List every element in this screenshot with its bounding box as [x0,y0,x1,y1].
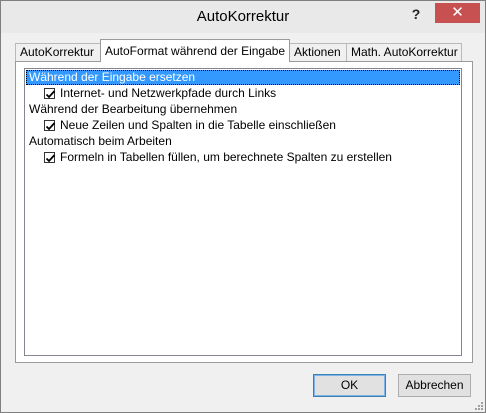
list-item-formeln-fuellen[interactable]: Formeln in Tabellen füllen, um berechnet… [44,150,392,165]
list-item-label: Formeln in Tabellen füllen, um berechnet… [60,150,392,164]
resize-grip-icon[interactable] [473,400,483,410]
list-item-neue-zeilen-spalten[interactable]: Neue Zeilen und Spalten in die Tabelle e… [44,118,336,133]
title-bar: AutoKorrektur ? ✕ [1,1,485,33]
tab-aktionen[interactable]: Aktionen [289,43,347,61]
help-button[interactable]: ? [405,3,427,25]
checkbox-internet-pfade[interactable] [44,88,56,99]
checkmark-icon [45,90,56,99]
checkbox-neue-zeilen-spalten[interactable] [44,120,56,131]
group-waehrend-der-eingabe-ersetzen[interactable]: Während der Eingabe ersetzen [26,70,460,85]
close-button[interactable]: ✕ [435,3,480,23]
ok-button[interactable]: OK [313,374,386,397]
tab-panel: Während der Eingabe ersetzen Internet- u… [15,61,473,363]
checkbox-formeln-fuellen[interactable] [44,152,56,163]
close-icon: ✕ [451,4,464,21]
list-item-label: Internet- und Netzwerkpfade durch Links [60,86,277,100]
group-waehrend-der-bearbeitung[interactable]: Während der Bearbeitung übernehmen [26,102,237,117]
group-automatisch-beim-arbeiten[interactable]: Automatisch beim Arbeiten [26,134,172,149]
options-list[interactable]: Während der Eingabe ersetzen Internet- u… [24,68,462,356]
list-item-internet-pfade[interactable]: Internet- und Netzwerkpfade durch Links [44,86,276,101]
tab-autoformat-waehrend-der-eingabe[interactable]: AutoFormat während der Eingabe [100,39,290,62]
checkmark-icon [45,154,56,163]
tab-math-autokorrektur[interactable]: Math. AutoKorrektur [346,43,462,61]
autokorrektur-dialog: AutoKorrektur ? ✕ AutoKorrektur AutoForm… [0,0,486,413]
checkmark-icon [45,122,56,131]
tab-autokorrektur[interactable]: AutoKorrektur [15,43,101,61]
cancel-button[interactable]: Abbrechen [398,374,471,397]
list-item-label: Neue Zeilen und Spalten in die Tabelle e… [60,118,336,132]
